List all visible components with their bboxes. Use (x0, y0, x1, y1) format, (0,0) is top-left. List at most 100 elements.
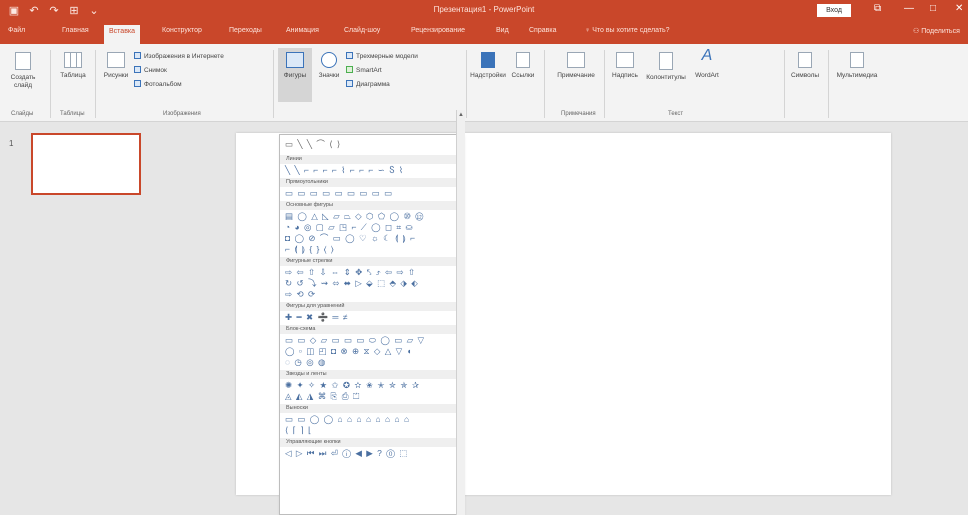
shapes-row-action-buttons[interactable]: ◁ ▷ ⏮ ⏭ ⏎ ⓘ ◀ ▶ ? ⓪ ⬚ (285, 448, 408, 458)
slide-thumbnail-pane: 1 (0, 123, 156, 515)
new-slide-icon (15, 52, 31, 70)
photo-album-icon (134, 80, 141, 87)
shapes-row-equation[interactable]: ✚ ━ ✖ ➗ ═ ≠ (285, 312, 348, 322)
links-icon (516, 52, 530, 68)
shapes-row-basic[interactable]: ⌐ ⟬ ⟭ { } ⟨ ⟩ (285, 244, 335, 254)
close-icon[interactable]: ✕ (955, 3, 963, 14)
tab-transitions[interactable]: Переходы (229, 27, 262, 34)
photo-album-button[interactable]: Фотоальбом (134, 80, 182, 88)
shapes-row-basic[interactable]: ▤ ◯ △ ◺ ▱ ⏢ ◇ ⬡ ⬠ ◯ ⑩ ⑫ (285, 211, 424, 221)
tell-me-search[interactable]: ♀ Что вы хотите сделать? (585, 27, 670, 34)
shapes-row-callouts[interactable]: ⟨ ⌈ ⌉ ⌊ (285, 425, 312, 435)
media-label: Мультимедиа (836, 72, 878, 79)
header-footer-label: Колонтитулы (646, 74, 686, 81)
ribbon-tab-bar: Файл Главная Вставка Конструктор Переход… (0, 22, 968, 44)
shapes-row-arrows[interactable]: ↻ ↺ ⤵ ⇝ ⬄ ⬌ ▷ ⬙ ⬚ ⬘ ⬗ ⬖ (285, 278, 419, 288)
textbox-icon (616, 52, 634, 68)
symbols-label: Символы (790, 72, 820, 79)
table-label: Таблица (60, 72, 86, 79)
shapes-icon (286, 52, 304, 68)
tab-home[interactable]: Главная (62, 27, 89, 34)
recent-shapes-row[interactable]: ▭ ╲ ╲ ⌒ ⟨ ⟩ (285, 139, 341, 149)
shapes-row-flowchart[interactable]: ◯ ▫ ◫ ◰ ◘ ⊗ ⊕ ⧖ ◇ △ ▽ ◖ (285, 346, 413, 356)
tab-file[interactable]: Файл (8, 27, 25, 34)
group-slides-title: Слайды (11, 111, 34, 117)
title-bar: ▣ ↶ ↷ ⊞ ⌄ Презентация1 - PowerPoint Вход… (0, 0, 968, 22)
table-button[interactable]: Таблица (56, 52, 90, 80)
slide-thumbnail[interactable] (31, 133, 141, 195)
maximize-icon[interactable]: □ (930, 3, 936, 14)
icons-label: Значки (318, 72, 340, 79)
symbols-button[interactable]: Символы (788, 52, 822, 80)
shapes-button[interactable]: Фигуры (278, 48, 312, 102)
textbox-button[interactable]: Надпись (608, 52, 642, 80)
chart-button[interactable]: Диаграмма (346, 80, 390, 88)
ribbon-display-options-icon[interactable]: ⧉ (874, 3, 881, 14)
symbols-icon (798, 52, 812, 68)
pictures-label: Рисунки (103, 72, 129, 79)
chart-icon (346, 80, 353, 87)
section-equation-shapes: Фигуры для уравнений (280, 302, 460, 311)
comment-button[interactable]: Примечание (554, 52, 598, 80)
header-footer-button[interactable]: Колонтитулы (644, 52, 688, 82)
screenshot-button[interactable]: Снимок (134, 66, 167, 74)
tab-view[interactable]: Вид (496, 27, 509, 34)
shapes-row-arrows[interactable]: ⇨ ⟲ ⟳ (285, 289, 316, 299)
tab-review[interactable]: Рецензирование (411, 27, 465, 34)
sign-in-button[interactable]: Вход (817, 4, 851, 17)
header-footer-icon (659, 52, 673, 70)
slide-number: 1 (9, 139, 14, 148)
ribbon-insert: Создать слайд Слайды Таблица Таблицы Рис… (0, 44, 968, 122)
shapes-row-basic[interactable]: ◔ ◕ ◎ ▢ ▱ ◳ ⌐ ⟋ ◯ ◻ ⌗ ⛀ (285, 222, 414, 232)
addins-button[interactable]: Надстройки (470, 52, 506, 80)
tab-animations[interactable]: Анимация (286, 27, 319, 34)
group-comments-title: Примечания (561, 111, 596, 117)
shapes-row-rectangles[interactable]: ▭ ▭ ▭ ▭ ▭ ▭ ▭ ▭ ▭ (285, 188, 393, 198)
addins-icon (481, 52, 495, 68)
tab-insert[interactable]: Вставка (104, 25, 141, 44)
shapes-row-lines[interactable]: ╲ ╲ ⌐ ⌐ ⌐ ⌐ ⌇ ⌐ ⌐ ⌐ ∽ Ⴝ ⌇ (285, 165, 404, 175)
smartart-icon (346, 66, 353, 73)
new-slide-button[interactable]: Создать слайд (8, 52, 38, 90)
section-rectangles: Прямоугольники (280, 178, 460, 187)
wordart-button[interactable]: A WordArt (690, 48, 724, 80)
table-icon (64, 52, 82, 68)
section-basic-shapes: Основные фигуры (280, 201, 460, 210)
section-lines: Линии (280, 155, 460, 164)
3d-models-button[interactable]: Трехмерные модели (346, 52, 418, 60)
links-label: Ссылки (511, 72, 535, 79)
pictures-button[interactable]: Рисунки (101, 52, 131, 80)
group-images-title: Изображения (163, 111, 201, 117)
shapes-row-arrows[interactable]: ⇨ ⇦ ⇧ ⇩ ⇔ ⇕ ✥ ⤣ ⤴ ⇦ ⇨ ⇧ (285, 267, 416, 277)
minimize-icon[interactable]: — (904, 3, 914, 14)
scroll-up-icon[interactable]: ▲ (458, 112, 464, 118)
section-block-arrows: Фигурные стрелки (280, 257, 460, 266)
links-button[interactable]: Ссылки (508, 52, 538, 80)
addins-label: Надстройки (470, 72, 506, 79)
pictures-icon (107, 52, 125, 68)
smartart-button[interactable]: SmartArt (346, 66, 382, 74)
new-slide-label: Создать слайд (10, 74, 36, 89)
shapes-row-stars[interactable]: ◬ ◭ ◮ ⌘ ⎘ ⎙ ⏍ (285, 391, 360, 401)
section-callouts: Выноски (280, 404, 460, 413)
shapes-row-stars[interactable]: ✺ ✦ ✧ ★ ✩ ✪ ✫ ✬ ✭ ✮ ✯ ✰ (285, 380, 420, 390)
media-icon (850, 52, 864, 68)
online-pictures-button[interactable]: Изображения в Интернете (134, 52, 224, 60)
shapes-row-basic[interactable]: ◘ ◯ ⊘ ⌒ ▭ ◯ ♡ ☼ ☾ ⟬ ⟭ ⌐ (285, 233, 416, 243)
tab-help[interactable]: Справка (529, 27, 556, 34)
comment-label: Примечание (557, 72, 595, 79)
media-button[interactable]: Мультимедиа (832, 52, 882, 80)
shapes-gallery-scrollbar[interactable]: ▲ (456, 110, 465, 515)
shapes-row-callouts[interactable]: ▭ ▭ ◯ ◯ ⌂ ⌂ ⌂ ⌂ ⌂ ⌂ ⌂ ⌂ (285, 414, 410, 424)
shapes-row-flowchart[interactable]: ▭ ▭ ◇ ▱ ▭ ▭ ▭ ⬭ ◯ ▭ ▱ ▽ (285, 335, 425, 345)
icons-button[interactable]: Значки (314, 52, 344, 80)
online-pictures-icon (134, 52, 141, 59)
tab-slideshow[interactable]: Слайд-шоу (344, 27, 380, 34)
tab-design[interactable]: Конструктор (162, 27, 202, 34)
group-text-title: Текст (668, 111, 684, 117)
comment-icon (567, 52, 585, 68)
section-action-buttons: Управляющие кнопки (280, 438, 460, 447)
share-button[interactable]: ⚇ Поделиться (913, 27, 960, 35)
shapes-row-flowchart[interactable]: ◌ ◷ ◎ ◍ (285, 357, 326, 367)
screenshot-icon (134, 66, 141, 73)
